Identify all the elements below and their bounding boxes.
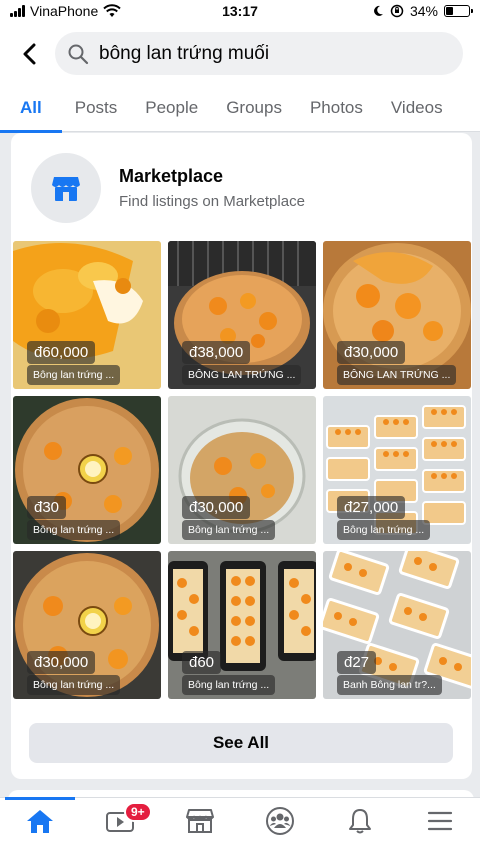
listing-tile[interactable]: đ30,000 Bông lan trứng ... <box>168 396 316 544</box>
home-icon <box>27 809 53 833</box>
nav-home[interactable] <box>5 796 75 843</box>
tab-all[interactable]: All <box>0 84 62 133</box>
listing-title: Bông lan trứng ... <box>182 675 276 695</box>
listing-price: đ30,000 <box>27 651 96 674</box>
menu-icon <box>427 811 453 830</box>
listing-tile[interactable]: đ30,000 BÔNG LAN TRỨNG ... <box>323 241 471 389</box>
orientation-lock-icon <box>390 4 404 18</box>
listing-title: BÔNG LAN TRỨNG ... <box>337 365 457 385</box>
listing-price: đ30,000 <box>337 341 406 364</box>
tab-posts[interactable]: Posts <box>75 84 118 132</box>
chevron-left-icon <box>23 43 36 65</box>
notifications-icon <box>349 808 371 833</box>
battery-percent: 34% <box>409 3 438 19</box>
listing-price: đ27 <box>337 651 377 674</box>
listing-title: BÔNG LAN TRỨNG ... <box>182 365 302 385</box>
marketplace-logo <box>31 153 101 223</box>
groups-icon <box>266 806 294 835</box>
nav-menu[interactable] <box>410 798 470 843</box>
marketplace-title: Marketplace <box>119 166 224 186</box>
battery-icon <box>444 5 473 17</box>
nav-watch[interactable]: 9+ <box>90 798 152 843</box>
search-input[interactable] <box>99 42 429 65</box>
tab-videos[interactable]: Videos <box>391 84 443 132</box>
search-filter-tabs: All Posts People Groups Photos Videos <box>0 84 480 133</box>
search-box[interactable] <box>55 32 463 75</box>
listing-tile[interactable]: đ30 Bông lan trứng ... <box>13 396 161 544</box>
back-button[interactable] <box>14 38 46 70</box>
listing-title: Banh Bông lan tr?... <box>337 675 442 695</box>
listing-tile[interactable]: đ27,000 Bông lan trứng ... <box>323 396 471 544</box>
tab-photos[interactable]: Photos <box>310 84 363 132</box>
listing-price: đ27,000 <box>337 496 406 519</box>
listing-tile[interactable]: đ30,000 Bông lan trứng ... <box>13 551 161 699</box>
listing-tile[interactable]: đ60 Bông lan trứng ... <box>168 551 316 699</box>
listing-tile[interactable]: đ60,000 Bông lan trứng ... <box>13 241 161 389</box>
bottom-nav: 9+ <box>0 796 480 843</box>
status-right: 34% <box>372 3 473 19</box>
moon-icon <box>374 5 383 16</box>
tab-groups[interactable]: Groups <box>226 84 282 132</box>
listing-tile[interactable]: đ27 Banh Bông lan tr?... <box>323 551 471 699</box>
nav-groups[interactable] <box>250 798 310 843</box>
listing-title: Bông lan trứng ... <box>27 520 121 540</box>
marketplace-icon <box>52 177 80 201</box>
marketplace-header[interactable]: Marketplace Find listings on Marketplace <box>31 153 305 223</box>
listing-tile[interactable]: đ38,000 BÔNG LAN TRỨNG ... <box>168 241 316 389</box>
watch-badge: 9+ <box>124 801 152 822</box>
listing-title: Bông lan trứng ... <box>182 520 276 540</box>
marketplace-icon <box>186 808 214 833</box>
status-bar: VinaPhone 13:17 34% <box>0 0 480 24</box>
listing-price: đ60,000 <box>27 341 96 364</box>
marketplace-subtitle: Find listings on Marketplace <box>119 193 305 210</box>
listing-price: đ60 <box>182 651 222 674</box>
listing-title: Bông lan trứng ... <box>337 520 431 540</box>
listing-grid: đ60,000 Bông lan trứng ... đ38,000 BÔNG … <box>13 241 471 699</box>
marketplace-card: Marketplace Find listings on Marketplace… <box>11 133 472 779</box>
listing-price: đ30 <box>27 496 67 519</box>
tab-people[interactable]: People <box>145 84 198 132</box>
listing-title: Bông lan trứng ... <box>27 365 121 385</box>
listing-price: đ38,000 <box>182 341 251 364</box>
search-header <box>0 24 480 84</box>
listing-price: đ30,000 <box>182 496 251 519</box>
listing-title: Bông lan trứng ... <box>27 675 121 695</box>
search-icon <box>68 44 89 64</box>
nav-marketplace[interactable] <box>170 798 230 843</box>
see-all-button[interactable]: See All <box>29 723 453 763</box>
nav-notifications[interactable] <box>330 798 390 843</box>
